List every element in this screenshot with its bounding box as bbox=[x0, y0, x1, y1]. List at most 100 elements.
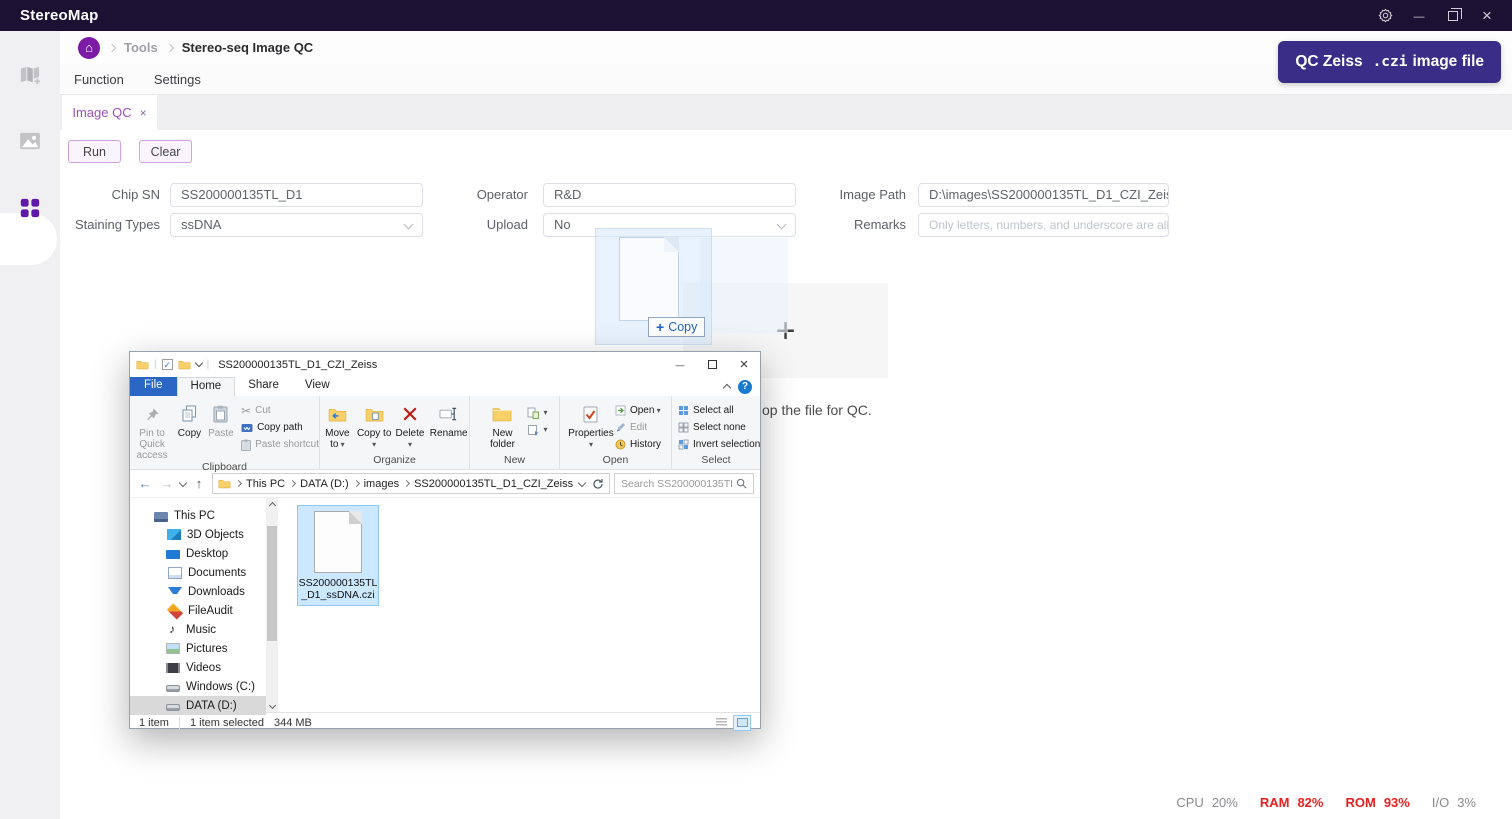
select-all-button[interactable]: Select all bbox=[678, 403, 760, 418]
explorer-menu-share[interactable]: Share bbox=[235, 377, 292, 396]
run-button[interactable]: Run bbox=[68, 140, 121, 163]
drag-copy-badge: + Copy bbox=[648, 317, 705, 337]
crumb-images[interactable]: images bbox=[364, 478, 399, 490]
minimize-button[interactable] bbox=[1402, 0, 1436, 31]
sidebar-item-apps-active[interactable] bbox=[19, 197, 41, 219]
explorer-menu-home[interactable]: Home bbox=[177, 377, 236, 396]
nav-item-data-d[interactable]: DATA (D:) bbox=[130, 696, 266, 715]
cut-button[interactable]: Cut bbox=[241, 403, 319, 418]
rename-button[interactable]: Rename bbox=[428, 400, 469, 439]
drive-icon bbox=[166, 685, 180, 692]
back-button[interactable]: ← bbox=[136, 476, 154, 491]
paste-shortcut-button[interactable]: Paste shortcut bbox=[241, 437, 319, 452]
chevron-right-icon bbox=[165, 43, 173, 51]
scroll-down-icon[interactable] bbox=[266, 700, 278, 712]
forward-button[interactable]: → bbox=[158, 476, 176, 491]
nav-item-videos[interactable]: Videos bbox=[130, 658, 266, 677]
history-button[interactable]: History bbox=[615, 437, 661, 452]
remarks-input[interactable]: Only letters, numbers, and underscore ar… bbox=[918, 213, 1169, 237]
settings-gear-icon[interactable] bbox=[1368, 0, 1402, 31]
edit-button[interactable]: Edit bbox=[615, 420, 661, 435]
up-button[interactable]: ↑ bbox=[190, 476, 208, 491]
details-view-button[interactable] bbox=[712, 715, 730, 731]
nav-item-this-pc[interactable]: This PC bbox=[130, 506, 266, 525]
properties-check-icon[interactable] bbox=[162, 359, 173, 370]
badge-suffix: image file bbox=[1413, 53, 1485, 71]
nav-item-fileaudit[interactable]: FileAudit bbox=[130, 601, 266, 620]
clear-button[interactable]: Clear bbox=[139, 140, 192, 163]
sidebar-item-gallery[interactable] bbox=[19, 132, 41, 150]
collapse-ribbon-icon[interactable] bbox=[723, 384, 731, 392]
explorer-search-box[interactable]: Search SS200000135TL... bbox=[614, 473, 754, 494]
breadcrumb-tools[interactable]: Tools bbox=[124, 40, 158, 55]
close-button[interactable] bbox=[1470, 0, 1504, 31]
delete-x-icon bbox=[397, 402, 423, 426]
refresh-icon[interactable] bbox=[592, 478, 604, 490]
crumb-this-pc[interactable]: This PC bbox=[246, 478, 285, 490]
nav-scrollbar[interactable] bbox=[266, 498, 278, 712]
operator-input[interactable]: R&D bbox=[543, 183, 796, 207]
view-toggles bbox=[712, 715, 751, 731]
group-label-clipboard: Clipboard bbox=[130, 461, 319, 473]
explorer-close-button[interactable] bbox=[728, 352, 760, 377]
properties-button[interactable]: Properties bbox=[570, 400, 612, 450]
explorer-file-area[interactable]: SS200000135TL_D1_ssDNA.czi bbox=[278, 498, 760, 712]
delete-button[interactable]: Delete bbox=[394, 400, 427, 450]
scroll-up-icon[interactable] bbox=[266, 498, 278, 510]
copy-path-button[interactable]: Copy path bbox=[241, 420, 319, 435]
copy-button[interactable]: Copy bbox=[174, 400, 205, 439]
staining-types-select[interactable]: ssDNA bbox=[170, 213, 423, 237]
easy-access-button[interactable] bbox=[527, 422, 547, 437]
open-icon bbox=[615, 405, 626, 416]
menu-function[interactable]: Function bbox=[68, 69, 130, 90]
chip-sn-input[interactable]: SS200000135TL_D1 bbox=[170, 183, 423, 207]
nav-item-desktop[interactable]: Desktop bbox=[130, 544, 266, 563]
tab-image-qc[interactable]: Image QC × bbox=[62, 95, 157, 130]
explorer-menu-file[interactable]: File bbox=[130, 377, 177, 396]
pin-to-quick-access-button[interactable]: Pin to Quick access bbox=[130, 400, 174, 461]
nav-item-windows-c[interactable]: Windows (C:) bbox=[130, 677, 266, 696]
nav-item-downloads[interactable]: Downloads bbox=[130, 582, 266, 601]
nav-item-pictures[interactable]: Pictures bbox=[130, 639, 266, 658]
new-item-button[interactable] bbox=[527, 405, 547, 420]
image-path-input[interactable]: D:\images\SS200000135TL_D1_CZI_Zeiss\SS2 bbox=[918, 183, 1169, 207]
explorer-menu-view[interactable]: View bbox=[292, 377, 343, 396]
explorer-maximize-button[interactable] bbox=[696, 352, 728, 377]
menu-settings[interactable]: Settings bbox=[148, 69, 207, 90]
customize-qat-icon[interactable] bbox=[194, 359, 202, 367]
explorer-titlebar[interactable]: | | SS200000135TL_D1_CZI_Zeiss bbox=[130, 352, 760, 377]
explorer-minimize-button[interactable] bbox=[664, 352, 696, 377]
address-dropdown-icon[interactable] bbox=[578, 478, 586, 486]
new-folder-icon[interactable] bbox=[178, 359, 191, 370]
music-note-icon bbox=[166, 624, 180, 636]
dragged-file-icon bbox=[619, 237, 679, 321]
tab-close-icon[interactable]: × bbox=[140, 106, 147, 120]
select-none-button[interactable]: Select none bbox=[678, 420, 760, 435]
new-folder-button[interactable]: New folder bbox=[481, 400, 523, 450]
help-icon[interactable] bbox=[738, 380, 752, 394]
scrollbar-thumb[interactable] bbox=[267, 526, 277, 641]
invert-selection-button[interactable]: Invert selection bbox=[678, 437, 760, 452]
open-button[interactable]: Open bbox=[615, 403, 661, 418]
thumbnails-view-button[interactable] bbox=[733, 715, 751, 731]
system-status-bar: CPU20% RAM82% ROM93% I/O3% bbox=[1176, 795, 1476, 810]
home-icon[interactable] bbox=[78, 37, 100, 59]
move-to-button[interactable]: Move to bbox=[320, 400, 355, 450]
crumb-data-d[interactable]: DATA (D:) bbox=[300, 478, 348, 490]
recent-locations-icon[interactable] bbox=[179, 478, 187, 486]
restore-button[interactable] bbox=[1436, 0, 1470, 31]
file-item-selected[interactable]: SS200000135TL_D1_ssDNA.czi bbox=[297, 505, 379, 606]
chevron-icon bbox=[289, 480, 296, 487]
nav-item-music[interactable]: Music bbox=[130, 620, 266, 639]
copy-to-button[interactable]: Copy to bbox=[357, 400, 392, 450]
address-breadcrumb-box[interactable]: This PC DATA (D:) images SS200000135TL_D… bbox=[212, 473, 610, 494]
remarks-label: Remarks bbox=[800, 213, 906, 237]
history-clock-icon bbox=[615, 439, 626, 450]
crumb-current-folder[interactable]: SS200000135TL_D1_CZI_Zeiss bbox=[414, 478, 573, 490]
nav-item-documents[interactable]: Documents bbox=[130, 563, 266, 582]
paste-button[interactable]: Paste bbox=[205, 400, 237, 439]
nav-item-3d-objects[interactable]: 3D Objects bbox=[130, 525, 266, 544]
group-label-select: Select bbox=[672, 454, 760, 469]
sidebar-item-map[interactable] bbox=[19, 65, 41, 85]
chip-sn-label: Chip SN bbox=[60, 183, 160, 207]
